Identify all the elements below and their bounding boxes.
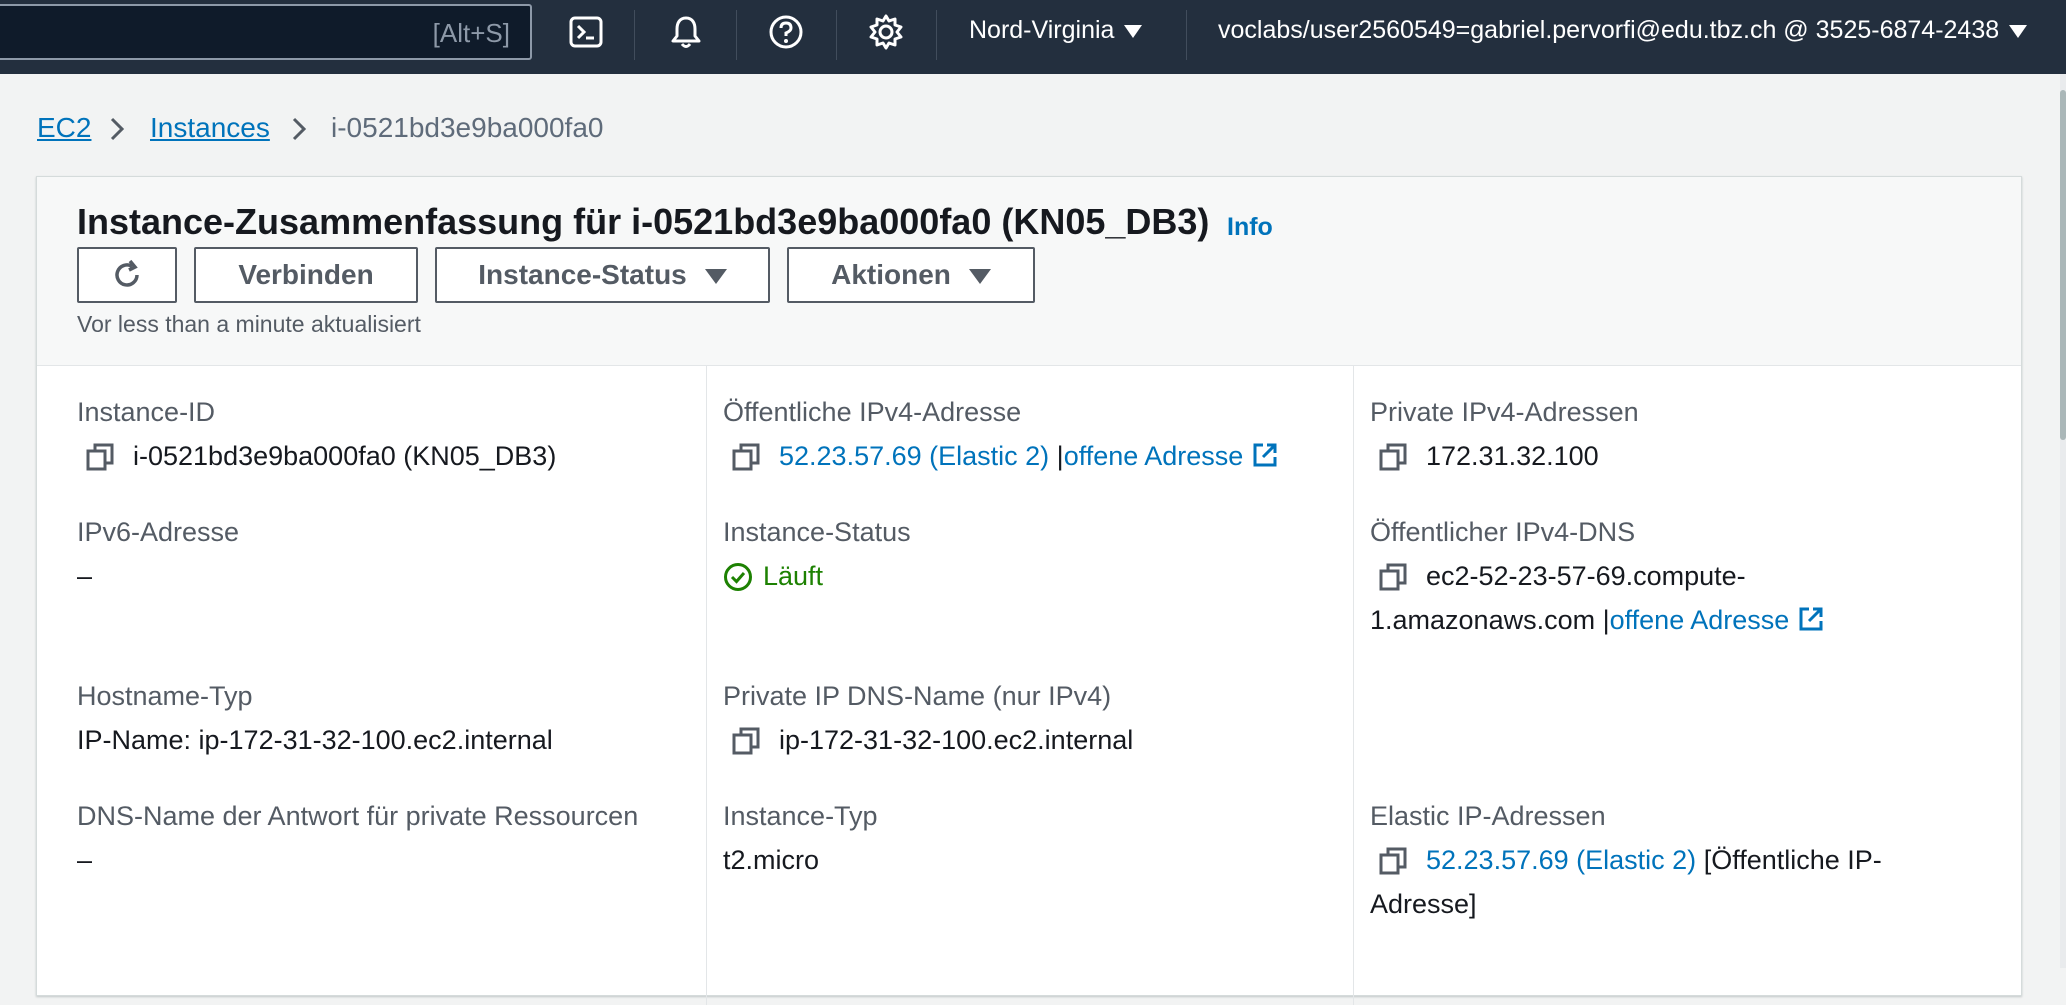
nav-divider <box>634 10 635 60</box>
caret-down-icon <box>704 269 727 285</box>
page-title: Instance-Zusammenfassung für i-0521bd3e9… <box>77 201 1210 242</box>
nav-divider <box>936 10 937 60</box>
copy-icon[interactable] <box>731 442 761 472</box>
public-ipv4-link[interactable]: 52.23.57.69 (Elastic 2) <box>779 441 1049 471</box>
caret-down-icon <box>1124 24 1143 38</box>
instance-id-label: Instance-ID <box>77 397 216 427</box>
elastic-ip-suffix-line2: Adresse] <box>1370 889 1477 919</box>
separator: | <box>1049 441 1064 471</box>
hostname-type-value: IP-Name: ip-172-31-32-100.ec2.internal <box>77 725 553 755</box>
private-dns-value: ip-172-31-32-100.ec2.internal <box>779 725 1134 755</box>
instance-id-value: i-0521bd3e9ba000fa0 (KN05_DB3) <box>133 441 557 471</box>
external-link-icon[interactable] <box>1251 441 1279 469</box>
open-address-link[interactable]: offene Adresse <box>1610 605 1790 635</box>
chevron-right-icon <box>292 117 307 141</box>
external-link-icon[interactable] <box>1797 605 1825 633</box>
instance-summary-panel: Instance-Zusammenfassung für i-0521bd3e9… <box>36 176 2022 1005</box>
instance-type-value: t2.micro <box>723 845 820 875</box>
top-navigation: [Alt+S] Nord-Virginia voclabs/user256054… <box>0 0 2066 74</box>
instance-state-label: Instance-Status <box>478 259 687 290</box>
hostname-type-label: Hostname-Typ <box>77 681 253 711</box>
copy-icon[interactable] <box>1378 846 1408 876</box>
copy-icon[interactable] <box>1378 562 1408 592</box>
public-ipv4-value-row: 52.23.57.69 (Elastic 2) |offene Adresse <box>779 441 1279 472</box>
separator: | <box>1595 605 1610 635</box>
copy-icon[interactable] <box>731 726 761 756</box>
public-dns-value-line2: 1.amazonaws.com <box>1370 605 1596 635</box>
last-updated-text: Vor less than a minute aktualisiert <box>77 311 421 337</box>
region-label: Nord-Virginia <box>969 16 1115 44</box>
copy-icon[interactable] <box>1378 442 1408 472</box>
public-dns-value-row: 1.amazonaws.com |offene Adresse <box>1370 605 1825 636</box>
search-shortcut-hint: [Alt+S] <box>432 18 510 48</box>
refresh-button[interactable] <box>77 247 177 303</box>
nav-divider <box>836 10 837 60</box>
elastic-ip-link[interactable]: 52.23.57.69 (Elastic 2) <box>1426 845 1696 875</box>
search-input[interactable]: [Alt+S] <box>0 4 532 60</box>
column-divider <box>706 365 707 1005</box>
breadcrumb-instances[interactable]: Instances <box>150 112 270 144</box>
nav-divider <box>736 10 737 60</box>
scrollbar-thumb[interactable] <box>2060 90 2066 440</box>
connect-button[interactable]: Verbinden <box>194 247 418 303</box>
panel-header: Instance-Zusammenfassung für i-0521bd3e9… <box>37 177 2021 366</box>
instance-state-value: Läuft <box>763 561 824 591</box>
instance-state-dropdown[interactable]: Instance-Status <box>435 247 770 303</box>
actions-label: Aktionen <box>831 259 951 290</box>
caret-down-icon <box>2009 24 2028 38</box>
nav-divider <box>1186 10 1187 60</box>
connect-label: Verbinden <box>238 259 374 290</box>
dns-answer-value: – <box>77 845 93 875</box>
private-ipv4-value: 172.31.32.100 <box>1426 441 1599 471</box>
account-label: voclabs/user2560549=gabriel.pervorfi@edu… <box>1218 16 2000 44</box>
chevron-right-icon <box>110 117 125 141</box>
dns-answer-label: DNS-Name der Antwort für private Ressour… <box>77 801 639 831</box>
breadcrumb-ec2[interactable]: EC2 <box>37 112 91 144</box>
help-icon[interactable] <box>766 12 806 52</box>
info-link[interactable]: Info <box>1227 213 1273 242</box>
refresh-icon <box>115 259 139 287</box>
open-address-link[interactable]: offene Adresse <box>1064 441 1244 471</box>
cloudshell-icon[interactable] <box>566 12 606 52</box>
bell-icon[interactable] <box>666 12 706 52</box>
region-selector[interactable]: Nord-Virginia <box>969 16 1143 45</box>
instance-type-label: Instance-Typ <box>723 801 878 831</box>
caret-down-icon <box>968 269 991 285</box>
actions-dropdown[interactable]: Aktionen <box>787 247 1035 303</box>
copy-icon[interactable] <box>85 442 115 472</box>
column-divider <box>1353 365 1354 1005</box>
public-dns-label: Öffentlicher IPv4-DNS <box>1370 517 1636 547</box>
private-ipv4-label: Private IPv4-Adressen <box>1370 397 1639 427</box>
private-dns-label: Private IP DNS-Name (nur IPv4) <box>723 681 1112 711</box>
breadcrumb-current: i-0521bd3e9ba000fa0 <box>331 112 604 143</box>
elastic-ips-label: Elastic IP-Adressen <box>1370 801 1606 831</box>
ipv6-value: – <box>77 561 93 591</box>
ipv6-label: IPv6-Adresse <box>77 517 240 547</box>
public-dns-value-line1: ec2-52-23-57-69.compute- <box>1426 561 1746 591</box>
elastic-ips-value-row: 52.23.57.69 (Elastic 2) [Öffentliche IP- <box>1426 845 1882 876</box>
elastic-ip-suffix-line1: [Öffentliche IP- <box>1703 845 1882 875</box>
status-ok-icon <box>724 563 752 591</box>
account-menu[interactable]: voclabs/user2560549=gabriel.pervorfi@edu… <box>1218 16 2028 45</box>
gear-icon[interactable] <box>866 12 906 52</box>
public-ipv4-label: Öffentliche IPv4-Adresse <box>723 397 1022 427</box>
instance-state-label: Instance-Status <box>723 517 911 547</box>
